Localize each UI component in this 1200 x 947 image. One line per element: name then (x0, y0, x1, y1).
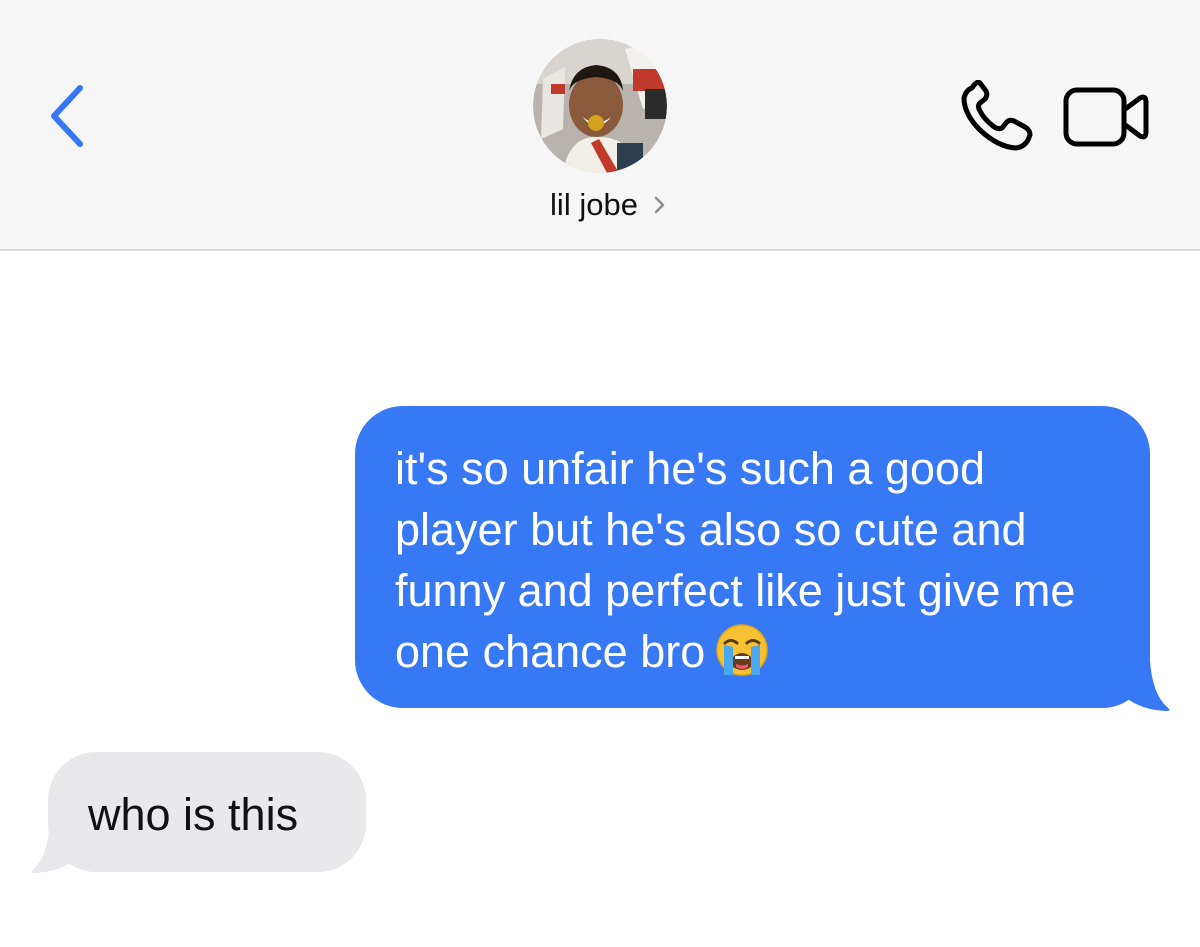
sent-message-bubble[interactable]: it's so unfair he's such a good player b… (355, 406, 1150, 708)
contact-name: lil jobe (550, 187, 638, 222)
phone-icon (961, 79, 1033, 151)
contact-avatar[interactable] (533, 39, 667, 173)
video-call-button[interactable] (1062, 84, 1150, 150)
video-camera-icon (1063, 87, 1149, 147)
conversation-header: lil jobe (0, 0, 1200, 251)
received-message-text: who is this (88, 789, 299, 840)
contact-name-button[interactable]: lil jobe (0, 183, 1200, 227)
loudly-crying-face-emoji (716, 624, 768, 676)
avatar-photo (533, 39, 667, 173)
received-message-bubble[interactable]: who is this (48, 752, 366, 872)
chevron-right-icon (654, 196, 665, 214)
audio-call-button[interactable] (958, 79, 1038, 154)
chevron-left-icon (51, 85, 83, 147)
back-button[interactable] (40, 78, 100, 154)
